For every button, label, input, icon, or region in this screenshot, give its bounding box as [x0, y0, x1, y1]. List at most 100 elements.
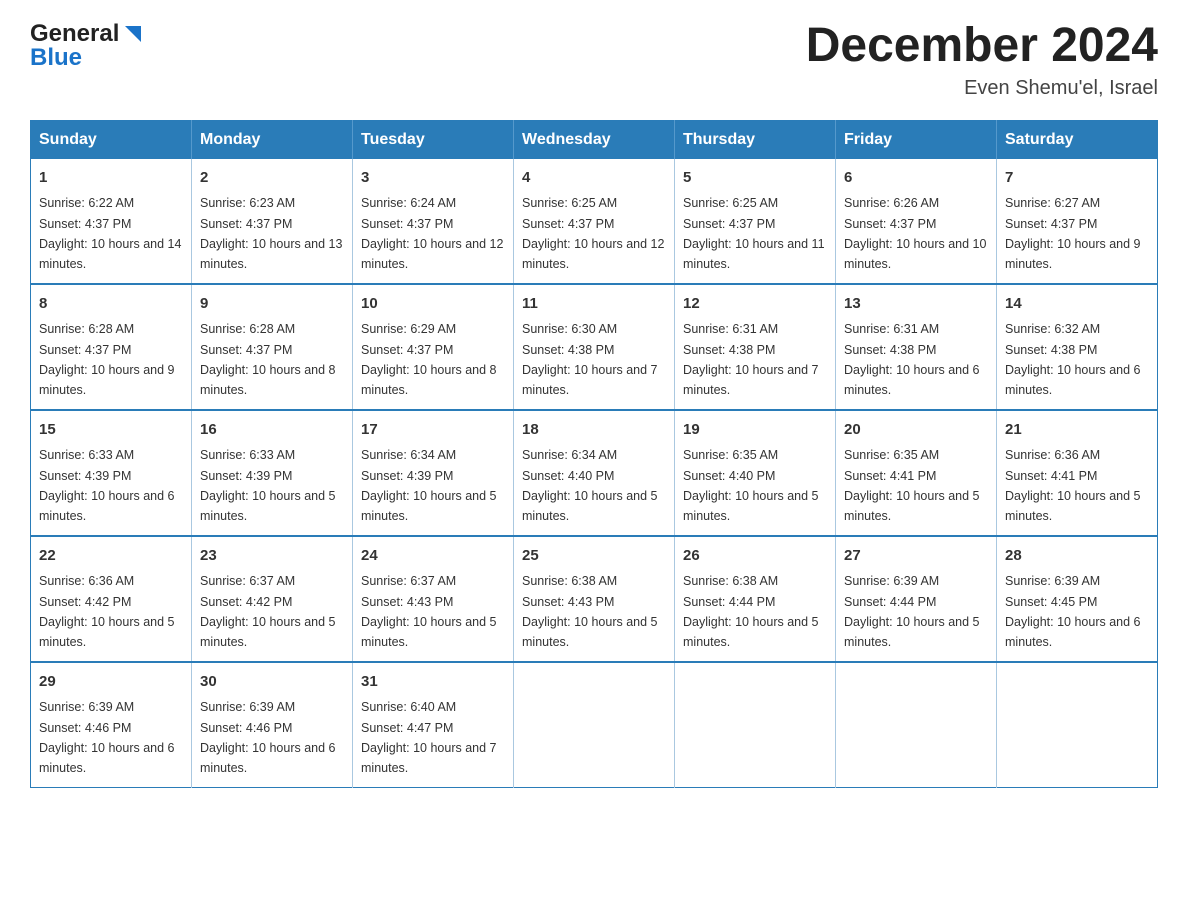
day-info: Sunrise: 6:36 AMSunset: 4:42 PMDaylight:…: [39, 574, 175, 649]
day-number: 21: [1005, 419, 1149, 442]
day-number: 26: [683, 545, 827, 568]
day-number: 4: [522, 167, 666, 190]
calendar-day-cell: 5 Sunrise: 6:25 AMSunset: 4:37 PMDayligh…: [675, 159, 836, 284]
calendar-day-cell: 10 Sunrise: 6:29 AMSunset: 4:37 PMDaylig…: [353, 284, 514, 410]
page-title: December 2024: [806, 20, 1158, 73]
day-number: 31: [361, 671, 505, 694]
calendar-header-row: SundayMondayTuesdayWednesdayThursdayFrid…: [31, 120, 1158, 159]
calendar-day-cell: 13 Sunrise: 6:31 AMSunset: 4:38 PMDaylig…: [836, 284, 997, 410]
day-number: 19: [683, 419, 827, 442]
calendar-day-cell: 7 Sunrise: 6:27 AMSunset: 4:37 PMDayligh…: [997, 159, 1158, 284]
logo-triangle-icon: [121, 22, 143, 44]
day-of-week-header: Sunday: [31, 120, 192, 159]
day-info: Sunrise: 6:39 AMSunset: 4:45 PMDaylight:…: [1005, 574, 1141, 649]
calendar-week-row: 15 Sunrise: 6:33 AMSunset: 4:39 PMDaylig…: [31, 410, 1158, 536]
calendar-day-cell: 26 Sunrise: 6:38 AMSunset: 4:44 PMDaylig…: [675, 536, 836, 662]
page-header: General Blue December 2024 Even Shemu'el…: [30, 20, 1158, 100]
day-number: 29: [39, 671, 183, 694]
day-number: 13: [844, 293, 988, 316]
day-info: Sunrise: 6:38 AMSunset: 4:43 PMDaylight:…: [522, 574, 658, 649]
day-of-week-header: Wednesday: [514, 120, 675, 159]
calendar-day-cell: 27 Sunrise: 6:39 AMSunset: 4:44 PMDaylig…: [836, 536, 997, 662]
day-number: 27: [844, 545, 988, 568]
calendar-week-row: 8 Sunrise: 6:28 AMSunset: 4:37 PMDayligh…: [31, 284, 1158, 410]
calendar-day-cell: [836, 662, 997, 788]
day-info: Sunrise: 6:30 AMSunset: 4:38 PMDaylight:…: [522, 322, 658, 397]
calendar-day-cell: 28 Sunrise: 6:39 AMSunset: 4:45 PMDaylig…: [997, 536, 1158, 662]
calendar-day-cell: 3 Sunrise: 6:24 AMSunset: 4:37 PMDayligh…: [353, 159, 514, 284]
day-info: Sunrise: 6:31 AMSunset: 4:38 PMDaylight:…: [683, 322, 819, 397]
day-number: 25: [522, 545, 666, 568]
day-info: Sunrise: 6:32 AMSunset: 4:38 PMDaylight:…: [1005, 322, 1141, 397]
calendar-day-cell: 22 Sunrise: 6:36 AMSunset: 4:42 PMDaylig…: [31, 536, 192, 662]
day-number: 17: [361, 419, 505, 442]
day-info: Sunrise: 6:33 AMSunset: 4:39 PMDaylight:…: [200, 448, 336, 523]
calendar-day-cell: 29 Sunrise: 6:39 AMSunset: 4:46 PMDaylig…: [31, 662, 192, 788]
day-info: Sunrise: 6:22 AMSunset: 4:37 PMDaylight:…: [39, 196, 181, 271]
calendar-day-cell: 18 Sunrise: 6:34 AMSunset: 4:40 PMDaylig…: [514, 410, 675, 536]
day-of-week-header: Friday: [836, 120, 997, 159]
day-number: 1: [39, 167, 183, 190]
day-number: 3: [361, 167, 505, 190]
day-info: Sunrise: 6:29 AMSunset: 4:37 PMDaylight:…: [361, 322, 497, 397]
day-info: Sunrise: 6:27 AMSunset: 4:37 PMDaylight:…: [1005, 196, 1141, 271]
calendar-day-cell: 20 Sunrise: 6:35 AMSunset: 4:41 PMDaylig…: [836, 410, 997, 536]
day-number: 16: [200, 419, 344, 442]
day-number: 20: [844, 419, 988, 442]
calendar-day-cell: [997, 662, 1158, 788]
day-info: Sunrise: 6:34 AMSunset: 4:39 PMDaylight:…: [361, 448, 497, 523]
day-of-week-header: Monday: [192, 120, 353, 159]
day-info: Sunrise: 6:40 AMSunset: 4:47 PMDaylight:…: [361, 700, 497, 775]
calendar-week-row: 29 Sunrise: 6:39 AMSunset: 4:46 PMDaylig…: [31, 662, 1158, 788]
day-info: Sunrise: 6:34 AMSunset: 4:40 PMDaylight:…: [522, 448, 658, 523]
calendar-day-cell: 25 Sunrise: 6:38 AMSunset: 4:43 PMDaylig…: [514, 536, 675, 662]
calendar-day-cell: 1 Sunrise: 6:22 AMSunset: 4:37 PMDayligh…: [31, 159, 192, 284]
day-info: Sunrise: 6:39 AMSunset: 4:46 PMDaylight:…: [39, 700, 175, 775]
day-info: Sunrise: 6:31 AMSunset: 4:38 PMDaylight:…: [844, 322, 980, 397]
day-of-week-header: Saturday: [997, 120, 1158, 159]
calendar-day-cell: 24 Sunrise: 6:37 AMSunset: 4:43 PMDaylig…: [353, 536, 514, 662]
calendar-day-cell: 4 Sunrise: 6:25 AMSunset: 4:37 PMDayligh…: [514, 159, 675, 284]
day-info: Sunrise: 6:25 AMSunset: 4:37 PMDaylight:…: [683, 196, 825, 271]
day-info: Sunrise: 6:26 AMSunset: 4:37 PMDaylight:…: [844, 196, 986, 271]
day-info: Sunrise: 6:39 AMSunset: 4:44 PMDaylight:…: [844, 574, 980, 649]
day-number: 7: [1005, 167, 1149, 190]
calendar-day-cell: 16 Sunrise: 6:33 AMSunset: 4:39 PMDaylig…: [192, 410, 353, 536]
day-info: Sunrise: 6:24 AMSunset: 4:37 PMDaylight:…: [361, 196, 503, 271]
calendar-day-cell: 14 Sunrise: 6:32 AMSunset: 4:38 PMDaylig…: [997, 284, 1158, 410]
day-number: 2: [200, 167, 344, 190]
day-number: 22: [39, 545, 183, 568]
calendar-table: SundayMondayTuesdayWednesdayThursdayFrid…: [30, 120, 1158, 788]
calendar-week-row: 22 Sunrise: 6:36 AMSunset: 4:42 PMDaylig…: [31, 536, 1158, 662]
calendar-day-cell: 31 Sunrise: 6:40 AMSunset: 4:47 PMDaylig…: [353, 662, 514, 788]
page-subtitle: Even Shemu'el, Israel: [806, 77, 1158, 100]
logo: General Blue: [30, 20, 143, 72]
calendar-day-cell: [675, 662, 836, 788]
day-number: 30: [200, 671, 344, 694]
calendar-day-cell: [514, 662, 675, 788]
day-info: Sunrise: 6:28 AMSunset: 4:37 PMDaylight:…: [39, 322, 175, 397]
logo-blue-text: Blue: [30, 44, 82, 72]
calendar-day-cell: 21 Sunrise: 6:36 AMSunset: 4:41 PMDaylig…: [997, 410, 1158, 536]
calendar-day-cell: 2 Sunrise: 6:23 AMSunset: 4:37 PMDayligh…: [192, 159, 353, 284]
day-number: 10: [361, 293, 505, 316]
calendar-week-row: 1 Sunrise: 6:22 AMSunset: 4:37 PMDayligh…: [31, 159, 1158, 284]
day-number: 23: [200, 545, 344, 568]
day-info: Sunrise: 6:25 AMSunset: 4:37 PMDaylight:…: [522, 196, 664, 271]
day-info: Sunrise: 6:36 AMSunset: 4:41 PMDaylight:…: [1005, 448, 1141, 523]
calendar-day-cell: 23 Sunrise: 6:37 AMSunset: 4:42 PMDaylig…: [192, 536, 353, 662]
calendar-day-cell: 12 Sunrise: 6:31 AMSunset: 4:38 PMDaylig…: [675, 284, 836, 410]
day-number: 18: [522, 419, 666, 442]
calendar-day-cell: 19 Sunrise: 6:35 AMSunset: 4:40 PMDaylig…: [675, 410, 836, 536]
title-section: December 2024 Even Shemu'el, Israel: [806, 20, 1158, 100]
calendar-day-cell: 17 Sunrise: 6:34 AMSunset: 4:39 PMDaylig…: [353, 410, 514, 536]
calendar-day-cell: 11 Sunrise: 6:30 AMSunset: 4:38 PMDaylig…: [514, 284, 675, 410]
day-number: 28: [1005, 545, 1149, 568]
day-info: Sunrise: 6:37 AMSunset: 4:43 PMDaylight:…: [361, 574, 497, 649]
day-info: Sunrise: 6:28 AMSunset: 4:37 PMDaylight:…: [200, 322, 336, 397]
calendar-day-cell: 8 Sunrise: 6:28 AMSunset: 4:37 PMDayligh…: [31, 284, 192, 410]
day-number: 9: [200, 293, 344, 316]
day-info: Sunrise: 6:38 AMSunset: 4:44 PMDaylight:…: [683, 574, 819, 649]
day-number: 24: [361, 545, 505, 568]
day-number: 8: [39, 293, 183, 316]
